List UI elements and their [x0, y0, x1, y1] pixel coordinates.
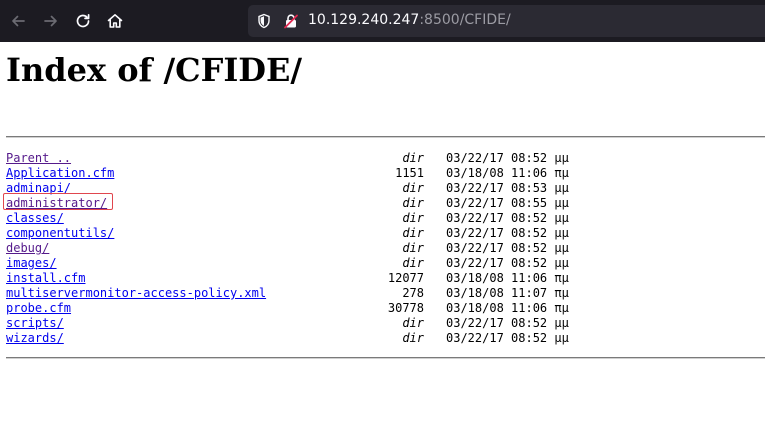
file-date: 03/22/17 08:52 μμ: [446, 316, 569, 330]
file-date: 03/18/08 11:06 πμ: [446, 271, 569, 285]
url-bar[interactable]: 10.129.240.247:8500/CFIDE/: [248, 5, 765, 37]
file-size: dir: [402, 181, 424, 195]
file-link[interactable]: multiservermonitor-access-policy.xml: [6, 286, 266, 301]
file-link[interactable]: wizards/: [6, 331, 64, 346]
url-host: 10.129.240.247: [308, 12, 420, 28]
shield-icon[interactable]: [256, 13, 272, 29]
insecure-lock-icon[interactable]: [283, 13, 299, 29]
page-content: Index of /CFIDE/ Parent .. dir 03/22/17 08…: [0, 42, 765, 426]
file-size: dir: [402, 256, 424, 270]
file-size: 12077: [387, 271, 424, 285]
file-date: 03/18/08 11:06 πμ: [446, 301, 569, 315]
reload-icon: [76, 13, 90, 28]
file-size: dir: [402, 211, 424, 225]
reload-button[interactable]: [70, 8, 96, 34]
file-link[interactable]: images/: [6, 256, 57, 271]
url-path: :8500/CFIDE/: [419, 12, 511, 28]
bottom-divider: [6, 357, 765, 359]
file-date: 03/22/17 08:52 μμ: [446, 151, 569, 165]
file-link[interactable]: Application.cfm: [6, 166, 114, 181]
forward-arrow-icon: [44, 15, 57, 27]
file-size: 30778: [387, 301, 424, 315]
forward-button[interactable]: [38, 8, 64, 34]
page-title: Index of /CFIDE/: [6, 51, 303, 89]
home-button[interactable]: [102, 8, 128, 34]
file-link[interactable]: install.cfm: [6, 271, 85, 286]
file-link[interactable]: probe.cfm: [6, 301, 71, 316]
top-divider: [6, 136, 765, 138]
file-size: dir: [402, 316, 424, 330]
back-arrow-icon: [12, 15, 25, 27]
file-date: 03/22/17 08:52 μμ: [446, 226, 569, 240]
home-icon: [107, 14, 123, 28]
file-size: dir: [402, 331, 424, 345]
highlight-box: [3, 193, 113, 210]
file-size: dir: [402, 241, 424, 255]
file-link[interactable]: classes/: [6, 211, 64, 226]
file-size: dir: [402, 196, 424, 210]
file-date: 03/18/08 11:06 πμ: [446, 166, 569, 180]
file-link[interactable]: componentutils/: [6, 226, 114, 241]
file-date: 03/18/08 11:07 πμ: [446, 286, 569, 300]
file-date: 03/22/17 08:55 μμ: [446, 196, 569, 210]
file-size: 278: [402, 286, 424, 300]
file-link[interactable]: debug/: [6, 241, 49, 256]
file-link[interactable]: Parent ..: [6, 151, 71, 166]
file-date: 03/22/17 08:52 μμ: [446, 211, 569, 225]
file-size: 1151: [395, 166, 424, 180]
file-size: dir: [402, 151, 424, 165]
file-date: 03/22/17 08:52 μμ: [446, 331, 569, 345]
back-button[interactable]: [5, 8, 31, 34]
file-link[interactable]: scripts/: [6, 316, 64, 331]
url-text[interactable]: 10.129.240.247:8500/CFIDE/: [308, 12, 511, 28]
file-date: 03/22/17 08:52 μμ: [446, 241, 569, 255]
file-date: 03/22/17 08:53 μμ: [446, 181, 569, 195]
file-date: 03/22/17 08:52 μμ: [446, 256, 569, 270]
file-size: dir: [402, 226, 424, 240]
browser-toolbar: 10.129.240.247:8500/CFIDE/: [0, 0, 765, 42]
